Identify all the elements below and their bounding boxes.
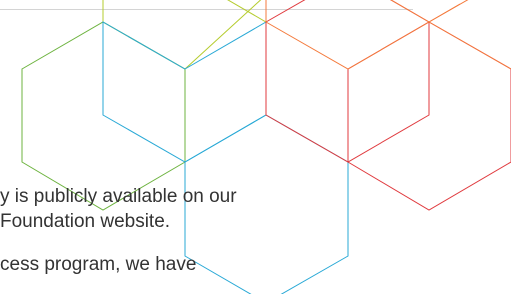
body-text-line-2: Foundation website. <box>0 211 171 232</box>
page-canvas: y is publicly available on our Foundatio… <box>0 0 511 294</box>
hexagon-pattern-graphic <box>21 0 511 294</box>
yellow-green-hexagon <box>102 0 267 70</box>
orange-hexagon <box>265 0 430 70</box>
orange-hexagon-right <box>428 0 469 23</box>
orange-top-edge <box>428 3 461 23</box>
body-text-line-1: y is publicly available on our <box>0 186 237 207</box>
orange-edge <box>428 21 511 70</box>
body-text-line-3: cess program, we have <box>0 254 197 275</box>
